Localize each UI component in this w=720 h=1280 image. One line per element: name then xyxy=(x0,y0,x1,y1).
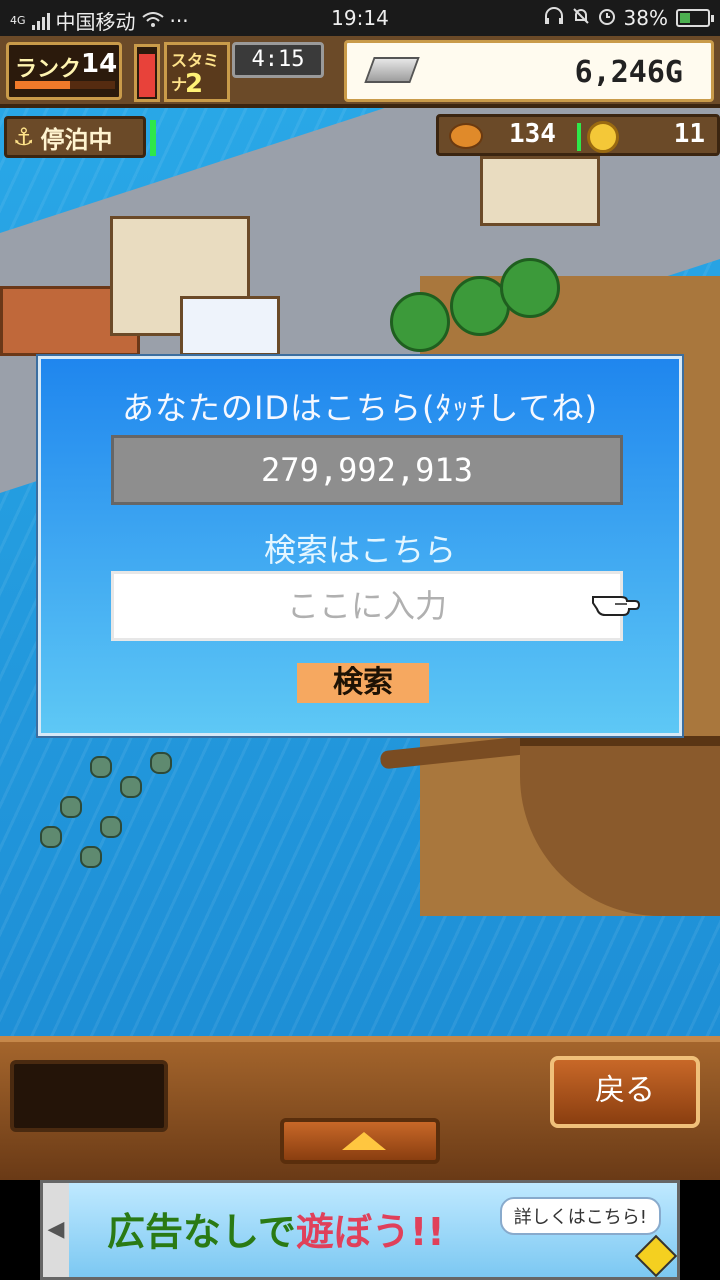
back-button[interactable]: 戻る xyxy=(550,1056,700,1128)
stamina-timer: 4:15 xyxy=(232,42,324,78)
pointing-hand-icon xyxy=(592,596,641,616)
rank-exp-bar xyxy=(15,81,115,89)
rank-panel: ランク 14 xyxy=(6,42,122,100)
rock xyxy=(90,756,112,778)
silver-ingot-icon xyxy=(364,57,420,83)
shop-building xyxy=(480,156,600,226)
rank-exp-fill xyxy=(15,81,70,89)
gold-panel[interactable]: 6,246G xyxy=(344,40,714,102)
ad-collapse-arrow-icon[interactable]: ◀ xyxy=(43,1183,69,1277)
rank-value: 14 xyxy=(81,49,118,79)
dialog-title: あなたのIDはこちら(ﾀｯﾁしてね) xyxy=(121,389,599,427)
rock xyxy=(80,846,102,868)
stamina-gauge-fill xyxy=(139,53,155,97)
resources-panel: 134 11 xyxy=(436,114,720,156)
resource-separator xyxy=(577,123,581,151)
moor-status-panel[interactable]: ⚓ 停泊中 xyxy=(4,116,146,158)
medal-count: 11 xyxy=(673,119,705,149)
rank-label: ランク xyxy=(15,57,82,82)
rock xyxy=(100,816,122,838)
ad-headline-part2: 遊ぼう!! xyxy=(295,1210,445,1254)
ad-logo-icon xyxy=(634,1234,678,1278)
id-search-dialog: あなたのIDはこちら(ﾀｯﾁしてね) 279,992,913 検索はこちら 検索 xyxy=(38,356,682,736)
top-hud: ランク 14 スタミナ 2 4:15 6,246G xyxy=(0,36,720,108)
battery-level xyxy=(680,13,690,23)
moor-indicator xyxy=(150,120,156,156)
headset-icon xyxy=(544,6,564,30)
status-bar: 4G 中国移动 ··· 19:14 38% xyxy=(0,0,720,36)
up-arrow-icon xyxy=(342,1132,386,1150)
ad-headline: 広告なしで遊ぼう!! xyxy=(107,1201,445,1256)
rock xyxy=(60,796,82,818)
battery-percent: 38% xyxy=(623,6,668,30)
empty-slot xyxy=(10,1060,168,1132)
expand-menu-button[interactable] xyxy=(280,1118,440,1164)
anchor-icon: ⚓ xyxy=(13,123,35,151)
player-id-box[interactable]: 279,992,913 xyxy=(111,435,623,505)
dice-building xyxy=(180,296,280,356)
stamina-value: 2 xyxy=(185,69,204,99)
ad-headline-part1: 広告なしで xyxy=(107,1210,296,1254)
ad-banner[interactable]: ◀ 広告なしで遊ぼう!! 詳しくはこちら! xyxy=(40,1180,680,1280)
search-input[interactable] xyxy=(111,571,623,641)
ad-detail-button[interactable]: 詳しくはこちら! xyxy=(499,1197,661,1235)
rock xyxy=(150,752,172,774)
bottom-panel: 戻る xyxy=(0,1036,720,1180)
alarm-icon xyxy=(598,6,616,30)
stamina-gauge xyxy=(134,44,160,102)
food-icon xyxy=(449,123,483,149)
search-button[interactable]: 検索 xyxy=(297,663,429,703)
search-label: 検索はこちら xyxy=(263,531,456,569)
rock xyxy=(40,826,62,848)
mute-bell-icon xyxy=(572,6,590,30)
rock xyxy=(120,776,142,798)
tree xyxy=(500,258,560,318)
moor-status-label: 停泊中 xyxy=(40,125,113,154)
medal-coin-icon xyxy=(587,121,619,153)
stamina-panel: スタミナ 2 xyxy=(164,42,230,102)
tree xyxy=(390,292,450,352)
battery-icon xyxy=(676,9,714,27)
food-count: 134 xyxy=(509,119,556,149)
gold-amount: 6,246G xyxy=(574,55,683,90)
